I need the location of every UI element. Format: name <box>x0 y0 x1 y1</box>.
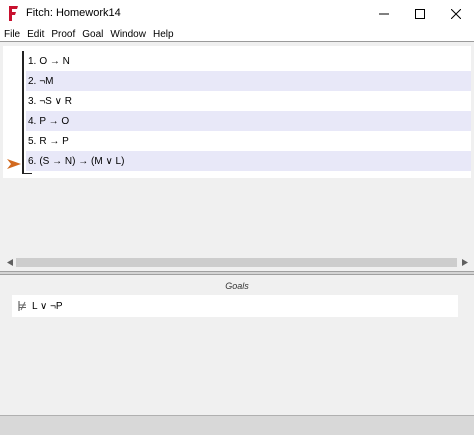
chevron-right-icon <box>461 259 468 266</box>
line-formula: (S → N) → (M ∨ L) <box>39 155 125 167</box>
goals-panel: Goals L ∨ ¬P <box>0 275 474 415</box>
proof-line-5[interactable]: 5. R → P <box>26 131 471 151</box>
goals-header: Goals <box>225 281 249 291</box>
line-number: 6. <box>28 155 37 167</box>
minimize-button[interactable] <box>366 0 402 27</box>
status-bar <box>0 415 474 435</box>
goal-formula: L ∨ ¬P <box>32 300 63 312</box>
proof-line-1[interactable]: 1. O → N <box>26 51 471 71</box>
proof-panel: 1. O → N 2. ¬M 3. ¬S ∨ R 4. P → O 5. R →… <box>0 41 474 271</box>
line-number: 5. <box>28 135 37 147</box>
chevron-left-icon <box>6 259 13 266</box>
menu-window[interactable]: Window <box>110 29 146 40</box>
horizontal-scrollbar[interactable] <box>3 256 471 269</box>
proof-line-3[interactable]: 3. ¬S ∨ R <box>26 91 471 111</box>
menu-file[interactable]: File <box>4 29 20 40</box>
goal-item[interactable]: L ∨ ¬P <box>12 295 458 317</box>
scroll-right-button[interactable] <box>460 258 469 267</box>
menu-goal[interactable]: Goal <box>82 29 103 40</box>
line-number: 1. <box>28 55 37 67</box>
maximize-button[interactable] <box>402 0 438 27</box>
line-formula: P → O <box>39 115 70 127</box>
minimize-icon <box>379 13 389 14</box>
window-title: Fitch: Homework14 <box>26 7 121 19</box>
menu-proof[interactable]: Proof <box>51 29 75 40</box>
proof-area[interactable]: 1. O → N 2. ¬M 3. ¬S ∨ R 4. P → O 5. R →… <box>3 46 471 178</box>
menu-edit[interactable]: Edit <box>27 29 44 40</box>
maximize-icon <box>415 8 425 19</box>
line-number: 3. <box>28 95 37 107</box>
line-formula: ¬M <box>39 75 54 87</box>
close-button[interactable] <box>438 0 474 27</box>
proof-line-4[interactable]: 4. P → O <box>26 111 471 131</box>
line-number: 4. <box>28 115 37 127</box>
menu-help[interactable]: Help <box>153 29 174 40</box>
title-bar: Fitch: Homework14 <box>0 0 474 27</box>
line-formula: ¬S ∨ R <box>39 95 72 107</box>
not-proved-icon <box>16 300 28 312</box>
subproof-scope-line <box>22 51 24 173</box>
line-formula: R → P <box>39 135 69 147</box>
fitch-logo-icon <box>9 6 18 21</box>
menu-bar: File Edit Proof Goal Window Help <box>0 27 474 41</box>
scroll-left-button[interactable] <box>5 258 14 267</box>
line-number: 2. <box>28 75 37 87</box>
line-formula: O → N <box>39 55 70 67</box>
current-step-arrow-icon <box>7 159 21 169</box>
fitch-bar <box>22 173 32 174</box>
close-icon <box>451 8 461 19</box>
proof-line-2[interactable]: 2. ¬M <box>26 71 471 91</box>
scrollbar-thumb[interactable] <box>16 258 457 267</box>
proof-line-6[interactable]: 6. (S → N) → (M ∨ L) <box>26 151 471 171</box>
